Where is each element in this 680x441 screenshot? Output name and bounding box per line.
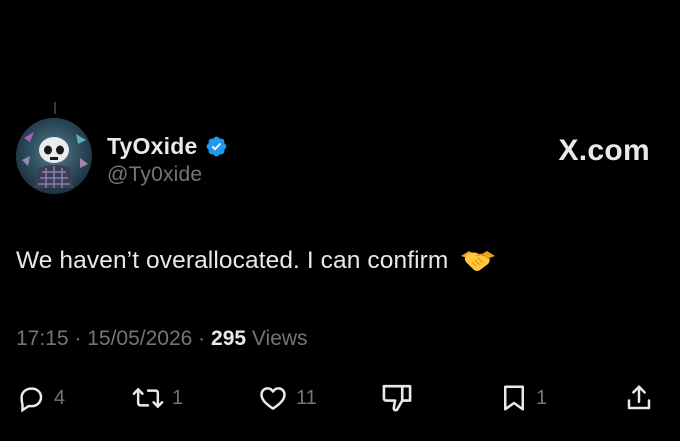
meta-separator: ·: [68, 327, 88, 350]
dislike-icon: [380, 382, 414, 414]
share-icon: [624, 383, 654, 413]
reply-icon: [16, 383, 46, 413]
action-bar: 4 1 11 1: [0, 380, 680, 416]
tweet-time[interactable]: 17:15: [16, 327, 69, 350]
dislike-button[interactable]: [380, 380, 414, 416]
like-count: 11: [296, 386, 317, 409]
thread-connector-line: [54, 102, 56, 114]
meta-separator: ·: [192, 327, 212, 350]
reply-button[interactable]: 4: [16, 380, 65, 416]
views-label: Views: [251, 327, 308, 350]
reply-count: 4: [54, 386, 66, 409]
bookmark-button[interactable]: 1: [500, 380, 547, 416]
like-icon: [258, 383, 288, 413]
handshake-emoji: [460, 247, 496, 275]
repost-count: 1: [172, 386, 184, 409]
author-name-row: TyOxide: [107, 131, 228, 161]
repost-button[interactable]: 1: [132, 380, 183, 416]
views-count: 295: [211, 327, 247, 350]
bookmark-count: 1: [536, 386, 548, 409]
brand-watermark: X.com: [558, 134, 650, 167]
author-handle[interactable]: @Ty0xide: [107, 163, 202, 187]
like-button[interactable]: 11: [258, 380, 317, 416]
verified-badge-icon[interactable]: [205, 135, 228, 158]
bookmark-icon: [500, 383, 528, 413]
repost-icon: [132, 383, 164, 413]
tweet-meta: 17:15 · 15/05/2026 · 295 Views: [16, 327, 308, 351]
author-display-name[interactable]: TyOxide: [107, 133, 197, 160]
tweet-body: We haven’t overallocated. I can confirm: [16, 247, 496, 275]
tweet-text: We haven’t overallocated. I can confirm: [16, 247, 449, 274]
avatar[interactable]: [16, 118, 92, 194]
tweet-date[interactable]: 15/05/2026: [87, 327, 192, 350]
share-button[interactable]: [624, 380, 654, 416]
